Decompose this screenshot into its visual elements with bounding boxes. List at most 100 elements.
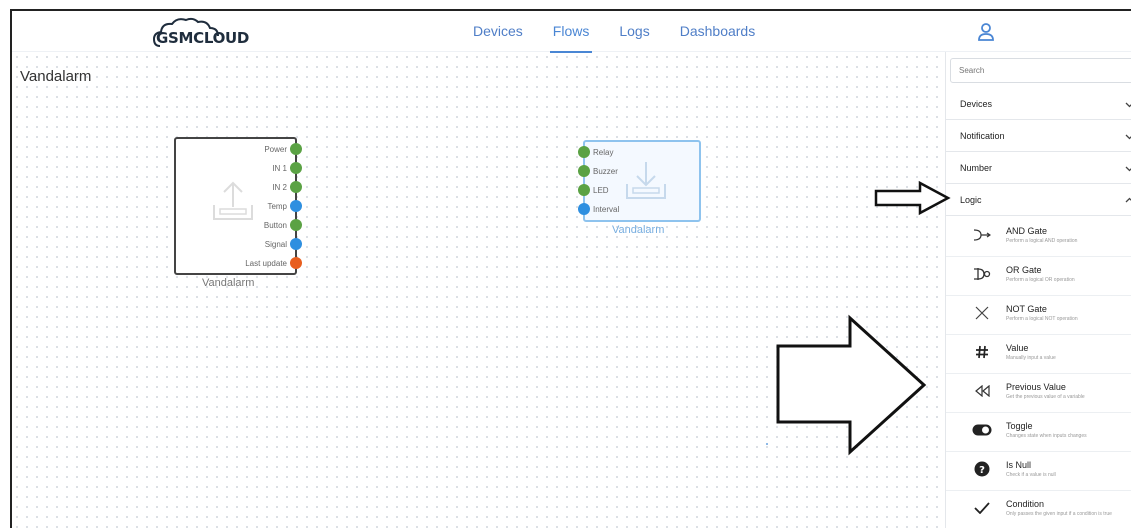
svg-text:?: ? (979, 465, 985, 476)
top-navbar: GSMCLOUD Devices Flows Logs Dashboards (12, 11, 1131, 53)
port-label: IN 1 (272, 163, 287, 173)
nav-flows[interactable]: Flows (538, 11, 605, 53)
logic-item-and-gate[interactable]: AND Gate Perform a logical AND operation (946, 218, 1131, 257)
port-dot[interactable] (290, 238, 302, 250)
item-description: Only passes the given input if a conditi… (1006, 511, 1112, 517)
category-logic[interactable]: Logic (946, 184, 1131, 216)
port-label: Power (264, 144, 287, 154)
device-node-vandalarm-inputs[interactable]: Relay Buzzer LED Interval (578, 140, 701, 222)
logic-item-toggle[interactable]: Toggle Changes state when inputs changes (946, 413, 1131, 452)
flow-title: Vandalarm (20, 68, 92, 85)
chevron-down-icon (1125, 134, 1131, 140)
item-name: AND Gate (1006, 226, 1048, 236)
item-name: Previous Value (1006, 382, 1066, 392)
port-temp[interactable]: Temp (267, 197, 302, 215)
hash-icon (972, 342, 992, 362)
palette-search-input[interactable] (950, 58, 1131, 83)
nav-devices[interactable]: Devices (458, 11, 538, 52)
item-description: Perform a logical AND operation (1006, 238, 1078, 244)
logic-item-value[interactable]: Value Manually input a value (946, 335, 1131, 374)
port-label: Relay (593, 147, 614, 157)
user-icon[interactable] (977, 22, 995, 42)
logic-item-or-gate[interactable]: OR Gate Perform a logical OR operation (946, 257, 1131, 296)
port-last-update[interactable]: Last update (245, 254, 302, 272)
and-gate-icon (972, 225, 992, 245)
not-gate-icon (972, 303, 992, 323)
upload-icon (213, 181, 253, 220)
item-description: Manually input a value (1006, 355, 1056, 361)
item-name: Value (1006, 343, 1029, 353)
category-devices[interactable]: Devices (946, 88, 1131, 120)
logic-item-condition[interactable]: Condition Only passes the given input if… (946, 491, 1131, 528)
item-description: Get the previous value of a variable (1006, 394, 1085, 400)
check-icon (972, 498, 992, 518)
port-signal[interactable]: Signal (265, 235, 302, 253)
port-dot[interactable] (578, 184, 590, 196)
category-label: Number (960, 163, 993, 173)
annotation-arrow-large (776, 314, 927, 456)
port-dot[interactable] (578, 146, 590, 158)
item-name: Is Null (1006, 460, 1032, 470)
device-node-vandalarm-outputs[interactable]: Power IN 1 IN 2 Temp Button Signal Last … (174, 137, 302, 275)
logic-item-is-null[interactable]: ? Is Null Check if a value is null (946, 452, 1131, 491)
annotation-arrow-small (874, 180, 951, 216)
rewind-icon (972, 381, 992, 401)
toggle-icon (972, 420, 992, 440)
chevron-up-icon (1125, 197, 1131, 203)
port-label: Temp (267, 201, 287, 211)
item-description: Check if a value is null (1006, 472, 1056, 478)
port-label: Interval (593, 204, 620, 214)
category-label: Devices (960, 99, 993, 109)
gsm-cloud-logo[interactable]: GSMCLOUD (152, 16, 262, 48)
port-led[interactable]: LED (578, 181, 609, 199)
node-caption: Vandalarm (202, 277, 255, 289)
port-buzzer[interactable]: Buzzer (578, 162, 618, 180)
port-dot[interactable] (578, 165, 590, 177)
canvas-dot (766, 443, 768, 445)
main-nav: Devices Flows Logs Dashboards (458, 11, 771, 53)
logic-item-not-gate[interactable]: NOT Gate Perform a logical NOT operation (946, 296, 1131, 335)
port-dot[interactable] (290, 200, 302, 212)
item-description: Changes state when inputs changes (1006, 433, 1087, 439)
item-name: OR Gate (1006, 265, 1042, 275)
port-button[interactable]: Button (264, 216, 302, 234)
port-dot[interactable] (290, 181, 302, 193)
download-icon (626, 162, 666, 199)
port-label: IN 2 (272, 182, 287, 192)
port-relay[interactable]: Relay (578, 143, 613, 161)
port-in1[interactable]: IN 1 (272, 159, 302, 177)
category-label: Logic (960, 195, 982, 205)
app-window: GSMCLOUD Devices Flows Logs Dashboards V… (10, 9, 1131, 528)
chevron-down-icon (1125, 166, 1131, 172)
node-caption: Vandalarm (612, 224, 665, 236)
logic-item-previous-value[interactable]: Previous Value Get the previous value of… (946, 374, 1131, 413)
port-power[interactable]: Power (264, 140, 302, 158)
flow-canvas[interactable]: Vandalarm Power IN 1 IN 2 Temp Button Si… (12, 52, 942, 528)
port-label: Buzzer (593, 166, 618, 176)
port-label: Button (263, 220, 287, 230)
item-description: Perform a logical NOT operation (1006, 316, 1078, 322)
node-palette-sidebar: Devices Notification Number Logic AND Ga… (945, 52, 1131, 528)
nav-logs[interactable]: Logs (604, 11, 664, 52)
logo-text: GSMCLOUD (156, 29, 250, 47)
port-dot[interactable] (290, 143, 302, 155)
category-notification[interactable]: Notification (946, 120, 1131, 152)
category-label: Notification (960, 131, 1005, 141)
port-dot[interactable] (290, 219, 302, 231)
port-dot[interactable] (290, 257, 302, 269)
nav-dashboards[interactable]: Dashboards (665, 11, 771, 52)
or-gate-icon (972, 264, 992, 284)
item-description: Perform a logical OR operation (1006, 277, 1075, 283)
port-dot[interactable] (578, 203, 590, 215)
chevron-down-icon (1125, 102, 1131, 108)
item-name: Toggle (1006, 421, 1033, 431)
item-name: Condition (1006, 499, 1045, 509)
port-dot[interactable] (290, 162, 302, 174)
port-label: Last update (245, 258, 287, 268)
question-icon: ? (972, 459, 992, 479)
item-name: NOT Gate (1006, 304, 1047, 314)
port-in2[interactable]: IN 2 (272, 178, 302, 196)
port-label: LED (593, 185, 609, 195)
port-interval[interactable]: Interval (578, 200, 619, 218)
category-number[interactable]: Number (946, 152, 1131, 184)
